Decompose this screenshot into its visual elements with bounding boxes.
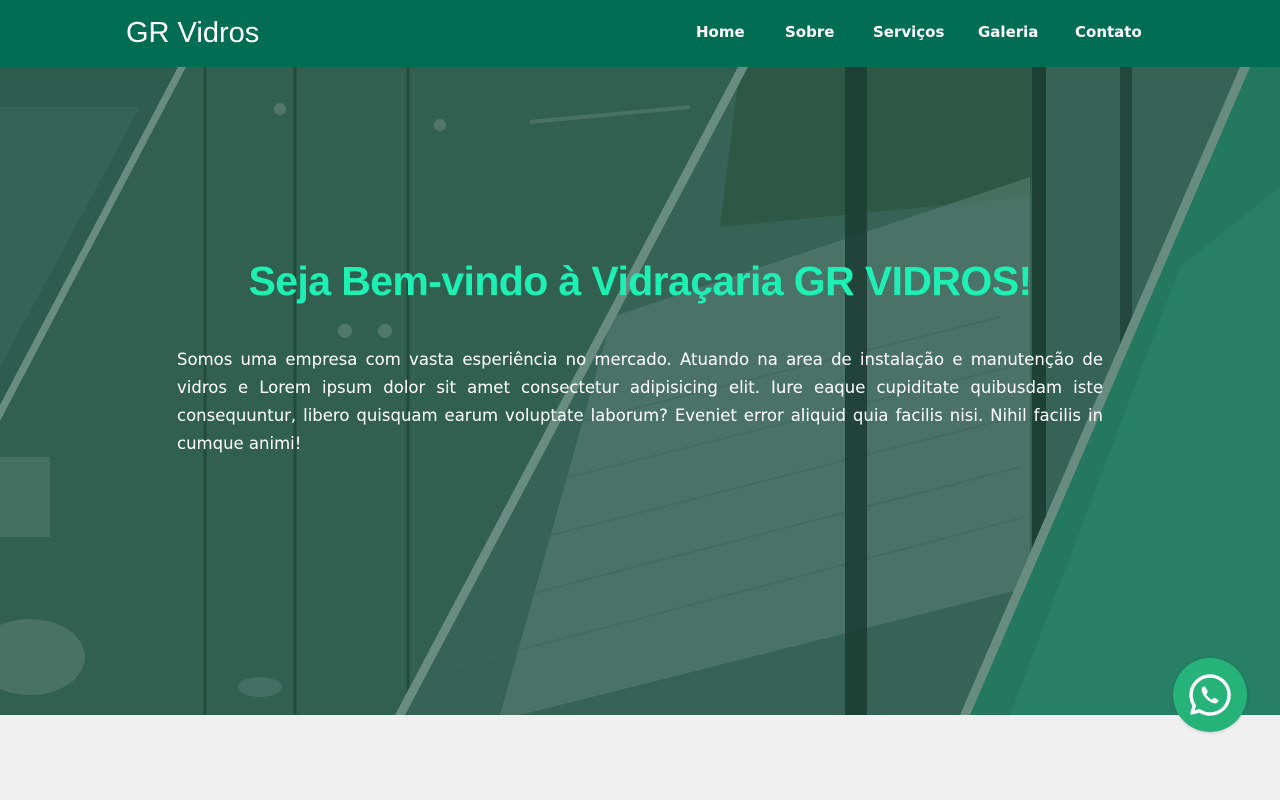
navbar: GR Vidros Home Sobre Serviços Galeria Co… xyxy=(0,0,1280,67)
nav-home[interactable]: Home xyxy=(696,20,745,44)
whatsapp-icon xyxy=(1189,674,1231,716)
nav-sobre[interactable]: Sobre xyxy=(785,20,834,44)
hero-section: Seja Bem-vindo à Vidraçaria GR VIDROS! S… xyxy=(0,67,1280,715)
whatsapp-button[interactable] xyxy=(1173,658,1247,732)
nav-contato[interactable]: Contato xyxy=(1075,20,1142,44)
nav-servicos[interactable]: Serviços xyxy=(873,20,944,44)
hero-title: Seja Bem-vindo à Vidraçaria GR VIDROS! xyxy=(248,258,1032,304)
brand-logo[interactable]: GR Vidros xyxy=(126,14,259,52)
nav-galeria[interactable]: Galeria xyxy=(978,20,1038,44)
hero-description: Somos uma empresa com vasta esperiência … xyxy=(177,350,1103,453)
